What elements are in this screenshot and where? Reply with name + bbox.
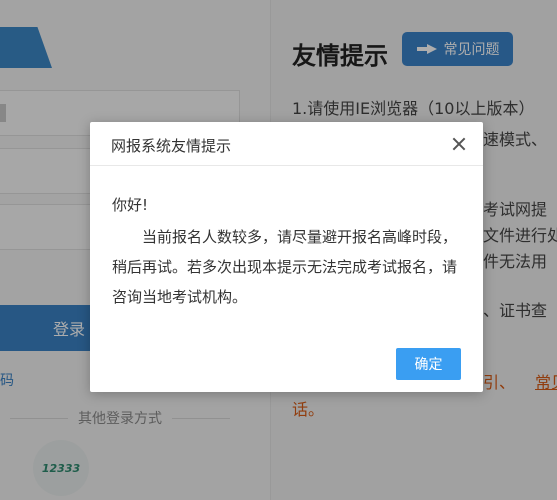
confirm-button[interactable]: 确定 xyxy=(396,348,461,380)
dialog-header: 网报系统友情提示 xyxy=(90,122,483,166)
close-icon[interactable] xyxy=(449,134,469,154)
dialog-title: 网报系统友情提示 xyxy=(111,137,232,155)
dialog-message: 当前报名人数较多，请尽量避开报名高峰时段，稍后再试。若多次出现本提示无法完成考试… xyxy=(112,228,458,306)
dialog-greeting: 你好! xyxy=(112,196,149,214)
notice-dialog: 网报系统友情提示 你好! 当前报名人数较多，请尽量避开报名高峰时段，稍后再试。若… xyxy=(90,122,483,392)
